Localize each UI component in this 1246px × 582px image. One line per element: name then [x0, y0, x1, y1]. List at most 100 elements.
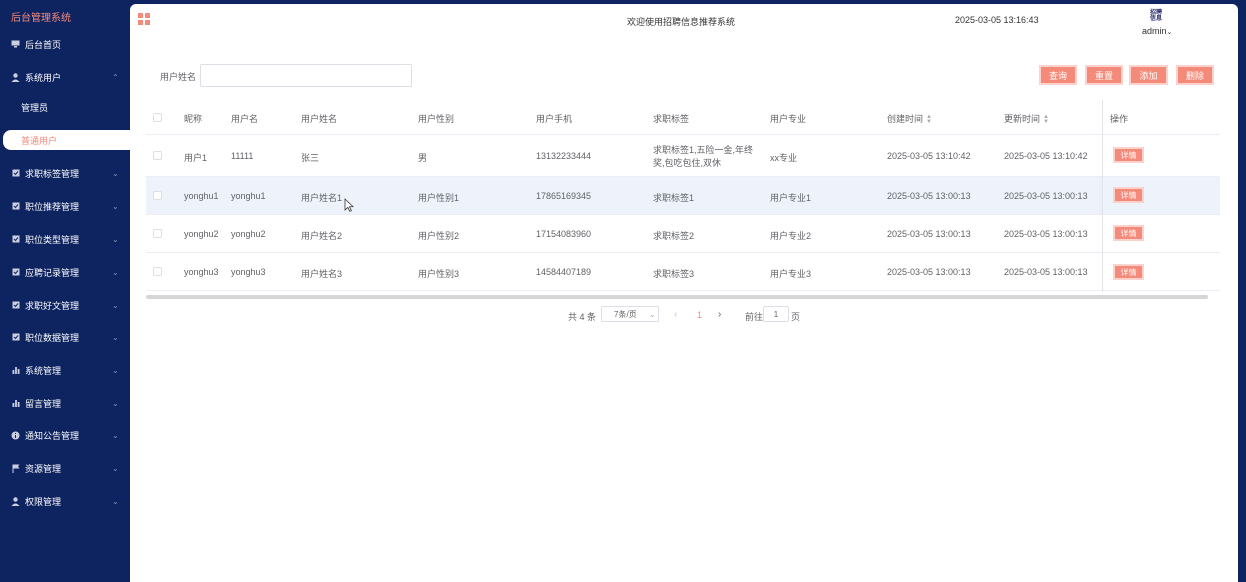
detail-button[interactable]: 详情	[1113, 225, 1144, 241]
cell-phone: 14584407189	[536, 267, 592, 277]
checkbox-icon	[11, 268, 20, 277]
query-button[interactable]: 查询	[1039, 65, 1077, 85]
cell-created: 2025-03-05 13:00:13	[887, 191, 971, 201]
horizontal-scrollbar[interactable]	[146, 295, 1208, 299]
row-checkbox[interactable]	[153, 267, 162, 276]
goto-label: 前往	[745, 312, 764, 322]
sidebar-item-job-articles[interactable]: 求职好文管理 ⌄	[0, 295, 130, 315]
sidebar-subitem-normal-user[interactable]: 普通用户	[3, 130, 130, 150]
chevron-down-icon: ⌄	[112, 496, 119, 506]
cell-created: 2025-03-05 13:10:42	[887, 151, 971, 161]
sidebar-item-job-type[interactable]: 职位类型管理 ⌄	[0, 229, 130, 249]
cell-gender: 用户性别1	[418, 193, 460, 203]
cell-updated: 2025-03-05 13:00:13	[1004, 229, 1088, 239]
row-checkbox[interactable]	[153, 151, 162, 160]
table-row[interactable]: 用户1 11111 张三 男 13132233444 求职标签1,五险一金,年终…	[146, 135, 1220, 177]
sidebar-item-label: 求职好文管理	[25, 300, 80, 311]
column-header-updated[interactable]: 更新时间 ▲ ▼	[1004, 112, 1049, 125]
sidebar-item-application-records[interactable]: 应聘记录管理 ⌄	[0, 262, 130, 282]
table-row[interactable]: yonghu2 yonghu2 用户姓名2 用户性别2 17154083960 …	[146, 215, 1220, 253]
cell-username: yonghu3	[231, 267, 266, 277]
cell-major: 用户专业2	[770, 231, 812, 241]
detail-button[interactable]: 详情	[1113, 187, 1144, 203]
chevron-up-icon: ⌃	[112, 72, 119, 82]
table-row[interactable]: yonghu1 yonghu1 用户姓名1 用户性别1 17865169345 …	[146, 177, 1220, 215]
chevron-down-icon: ⌄	[112, 430, 119, 440]
column-header: 用户手机	[536, 114, 573, 124]
cell-major: 用户专业3	[770, 269, 812, 279]
checkbox-icon	[11, 235, 20, 244]
checkbox-icon	[11, 169, 20, 178]
column-header-label: 更新时间	[1004, 114, 1041, 124]
chevron-down-icon: ⌄	[112, 463, 119, 473]
chevron-down-icon: ⌄	[112, 365, 119, 375]
cell-realname: 用户姓名1	[301, 193, 343, 203]
select-all-checkbox[interactable]	[153, 113, 162, 122]
menu-toggle-icon[interactable]	[138, 13, 150, 25]
row-checkbox[interactable]	[153, 229, 162, 238]
column-header-label: 创建时间	[887, 114, 924, 124]
column-header: 用户专业	[770, 114, 807, 124]
cell-major: xx专业	[770, 153, 798, 163]
cell-username: 11111	[231, 151, 254, 161]
checkbox-icon	[11, 202, 20, 211]
sidebar-subitem-admin[interactable]: 管理员	[0, 97, 130, 117]
bar-chart-icon	[11, 366, 20, 375]
sidebar-item-announcements[interactable]: 通知公告管理 ⌄	[0, 425, 130, 445]
sidebar-item-messages[interactable]: 留言管理 ⌄	[0, 393, 130, 413]
sidebar-item-job-data[interactable]: 职位数据管理 ⌄	[0, 327, 130, 347]
goto-page-input[interactable]	[763, 306, 789, 322]
sort-icon[interactable]: ▲ ▼	[926, 114, 932, 125]
cell-nickname: yonghu3	[184, 267, 219, 277]
detail-button[interactable]: 详情	[1113, 147, 1144, 163]
sidebar-subitem-label: 普通用户	[21, 135, 58, 146]
sidebar-item-label: 通知公告管理	[25, 430, 80, 441]
user-menu[interactable]: admin⌄	[1142, 26, 1172, 36]
column-header: 操作	[1110, 114, 1129, 124]
delete-button[interactable]: 删除	[1176, 65, 1214, 85]
avatar[interactable]: 招聘 信息	[1147, 9, 1165, 23]
brand-title: 后台管理系统	[11, 13, 71, 24]
sort-icon[interactable]: ▲ ▼	[1043, 114, 1049, 125]
username: admin	[1142, 26, 1167, 36]
cell-realname: 用户姓名3	[301, 269, 343, 279]
row-checkbox[interactable]	[153, 191, 162, 200]
search-input[interactable]	[200, 64, 412, 87]
sidebar-item-dashboard[interactable]: 后台首页	[0, 34, 130, 54]
next-page-icon[interactable]: ›	[718, 309, 721, 320]
column-header: 求职标签	[653, 114, 690, 124]
cell-phone: 17865169345	[536, 191, 592, 201]
cell-tags: 求职标签2	[653, 231, 695, 241]
sidebar-item-system-users[interactable]: 系统用户 ⌃	[0, 67, 130, 87]
cell-updated: 2025-03-05 13:00:13	[1004, 191, 1088, 201]
chevron-down-icon: ⌄	[1166, 29, 1173, 36]
column-header-created[interactable]: 创建时间 ▲ ▼	[887, 112, 932, 125]
sidebar-item-permissions[interactable]: 权限管理 ⌄	[0, 491, 130, 511]
sidebar-subitem-label: 管理员	[21, 102, 49, 113]
sidebar-item-label: 应聘记录管理	[25, 267, 80, 278]
sidebar-item-label: 资源管理	[25, 463, 62, 474]
chevron-down-icon: ⌄	[112, 234, 119, 244]
page-size-select[interactable]: 7条/页 ⌄	[601, 306, 659, 322]
add-button[interactable]: 添加	[1129, 65, 1168, 85]
reset-button[interactable]: 重置	[1085, 65, 1123, 85]
sidebar-item-resources[interactable]: 资源管理 ⌄	[0, 458, 130, 478]
sidebar: 后台管理系统 后台首页 系统用户 ⌃ 管理员 普通用户 求职标签管理 ⌄ 职位推…	[0, 0, 130, 582]
sidebar-item-job-recommend[interactable]: 职位推荐管理 ⌄	[0, 196, 130, 216]
table-row[interactable]: yonghu3 yonghu3 用户姓名3 用户性别3 14584407189 …	[146, 253, 1220, 291]
detail-button[interactable]: 详情	[1113, 264, 1144, 280]
cell-tags: 求职标签1,五险一金,年终奖,包吃包住,双休	[653, 145, 754, 168]
chevron-down-icon: ⌄	[112, 398, 119, 408]
page-size-value: 7条/页	[614, 309, 637, 319]
prev-page-icon[interactable]: ‹	[674, 309, 677, 320]
user-icon	[11, 72, 20, 82]
sidebar-item-label: 留言管理	[25, 398, 62, 409]
sidebar-item-label: 系统用户	[25, 72, 62, 83]
sidebar-item-job-tags[interactable]: 求职标签管理 ⌄	[0, 163, 130, 183]
page-number[interactable]: 1	[697, 310, 702, 320]
sidebar-item-system-management[interactable]: 系统管理 ⌄	[0, 360, 130, 380]
sidebar-item-label: 后台首页	[25, 39, 62, 50]
cell-realname: 用户姓名2	[301, 231, 343, 241]
cell-gender: 男	[418, 153, 428, 163]
chevron-down-icon: ⌄	[112, 267, 119, 277]
